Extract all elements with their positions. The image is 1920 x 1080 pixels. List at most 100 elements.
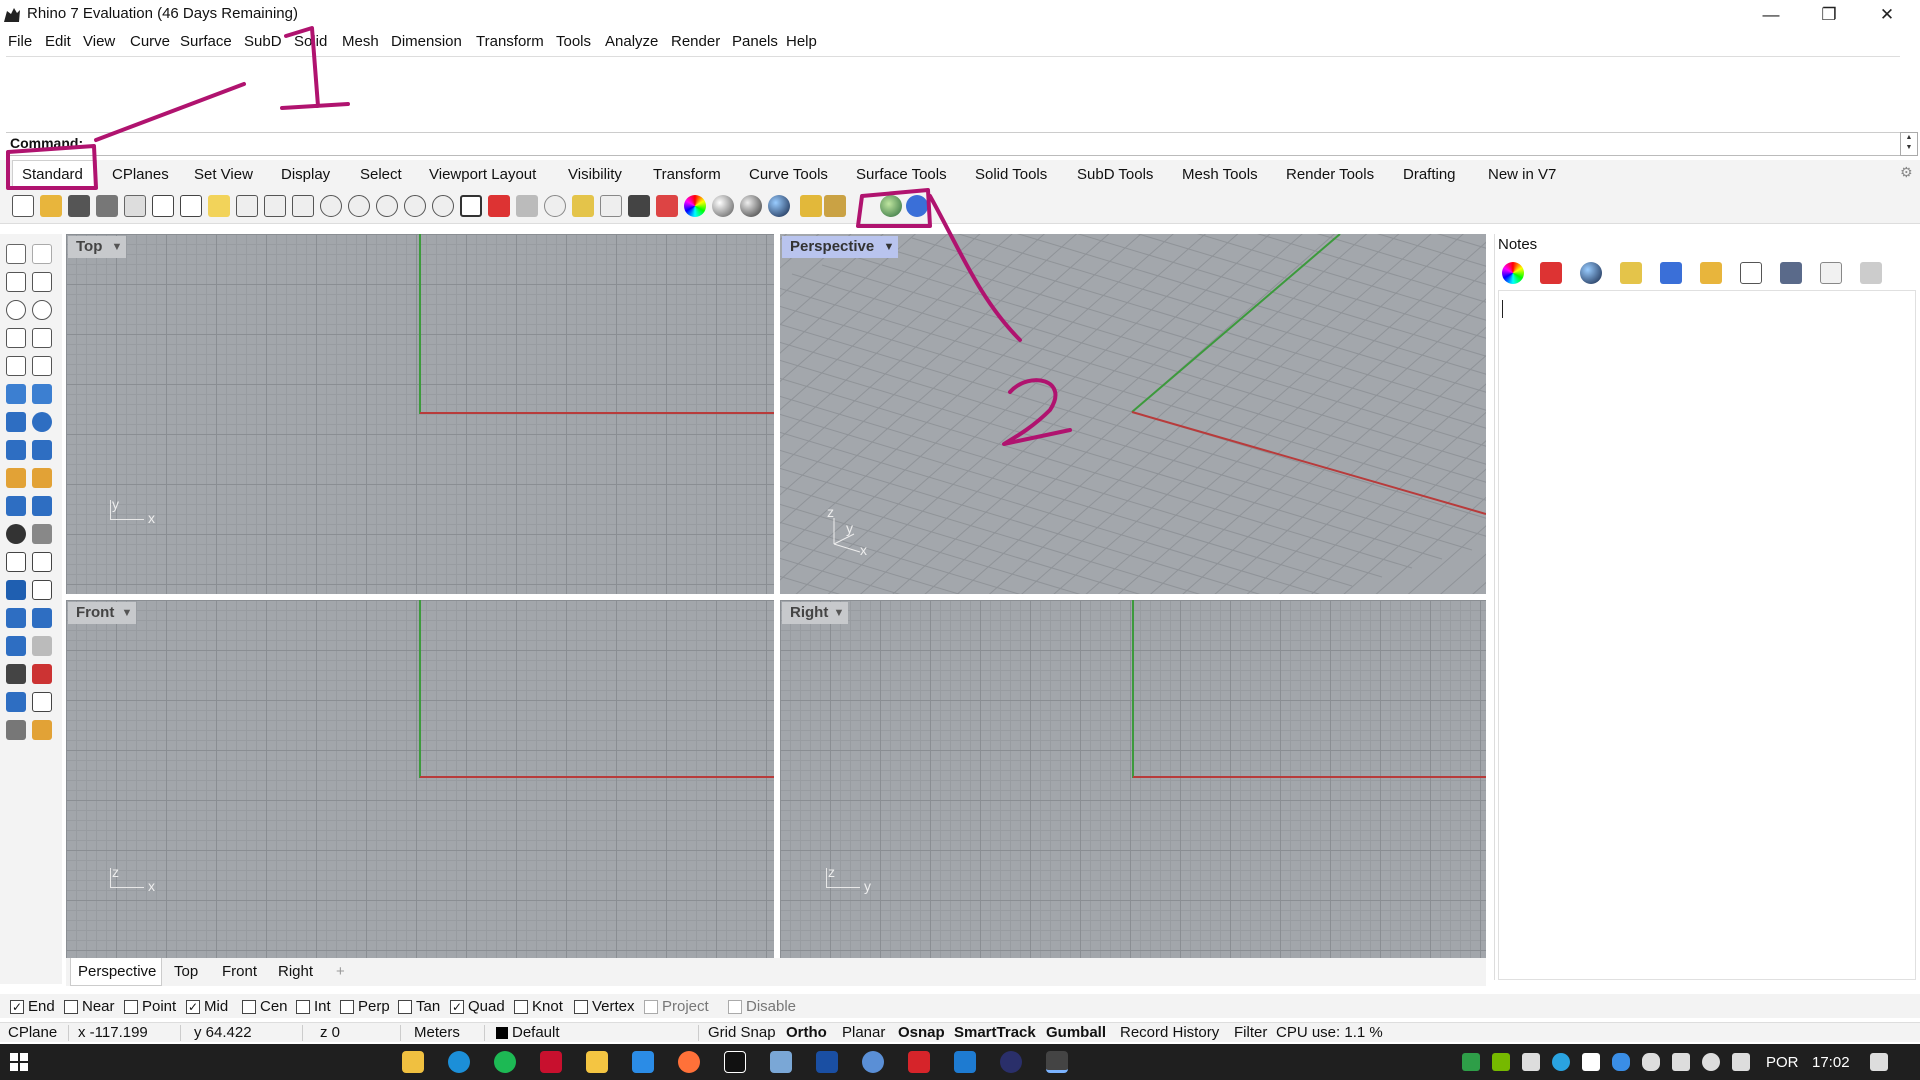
color-wheel-icon[interactable] <box>1502 262 1524 284</box>
document-icon[interactable] <box>1740 262 1762 284</box>
notes-icon[interactable] <box>1820 262 1842 284</box>
status-grid-snap[interactable]: Grid Snap <box>708 1024 776 1041</box>
tab-visibility[interactable]: Visibility <box>568 166 622 183</box>
pycharm-icon[interactable] <box>724 1051 746 1073</box>
battery-icon[interactable] <box>1672 1053 1690 1071</box>
layer-icon[interactable] <box>656 195 678 217</box>
group-icon[interactable] <box>32 524 52 544</box>
osnap-end[interactable]: ✓ End <box>10 998 55 1015</box>
checkbox[interactable] <box>728 999 742 1014</box>
display-icon[interactable] <box>1522 1053 1540 1071</box>
checkbox[interactable] <box>398 999 412 1014</box>
tab-mesh-tools[interactable]: Mesh Tools <box>1182 166 1258 183</box>
properties-icon[interactable] <box>1620 262 1642 284</box>
grid-icon[interactable] <box>32 636 52 656</box>
join-icon[interactable] <box>6 524 26 544</box>
viewport-dropdown-icon[interactable]: ▼ <box>118 602 136 624</box>
curve-icon[interactable] <box>32 272 52 292</box>
clock[interactable]: 17:02 <box>1812 1054 1850 1071</box>
trim-icon[interactable] <box>6 552 26 572</box>
language-indicator[interactable]: POR <box>1766 1054 1799 1071</box>
open-icon[interactable] <box>40 195 62 217</box>
status-osnap[interactable]: Osnap <box>898 1024 945 1041</box>
file-explorer-icon[interactable] <box>1700 262 1722 284</box>
osnap-perp[interactable]: Perp <box>340 998 390 1015</box>
status-cplane[interactable]: CPlane <box>8 1024 57 1041</box>
gear-cogs-icon[interactable] <box>824 195 846 217</box>
telegram-icon[interactable] <box>1552 1053 1570 1071</box>
settings-app-icon[interactable] <box>770 1051 792 1073</box>
windows-start-icon[interactable] <box>10 1053 28 1071</box>
checkbox[interactable] <box>296 999 310 1014</box>
checkbox[interactable] <box>124 999 138 1014</box>
dimension-tool-icon[interactable] <box>32 496 52 516</box>
undo-icon[interactable] <box>236 195 258 217</box>
paste-icon[interactable] <box>208 195 230 217</box>
viewport-dropdown-icon[interactable]: ▼ <box>830 602 848 624</box>
help-icon[interactable] <box>906 195 928 217</box>
select-icon[interactable] <box>572 195 594 217</box>
checkbox[interactable] <box>242 999 256 1014</box>
add-viewport-tab-icon[interactable]: + <box>336 963 345 980</box>
polygon-icon[interactable] <box>6 356 26 376</box>
render-sphere-icon[interactable] <box>740 195 762 217</box>
transform-icon[interactable] <box>6 468 26 488</box>
box-icon[interactable] <box>6 412 26 432</box>
command-scroll-arrows[interactable]: ▲ ▼ <box>1900 132 1918 156</box>
app-icon[interactable] <box>1000 1051 1022 1073</box>
viewport-tab-right[interactable]: Right <box>278 963 313 980</box>
checkbox[interactable] <box>514 999 528 1014</box>
viewport-title[interactable]: Right <box>782 602 837 624</box>
menu-view[interactable]: View <box>83 33 115 50</box>
edge-icon[interactable] <box>448 1051 470 1073</box>
menu-tools[interactable]: Tools <box>556 33 591 50</box>
clipping-icon[interactable] <box>32 664 52 684</box>
checkbox[interactable] <box>340 999 354 1014</box>
word-app-icon[interactable] <box>954 1051 976 1073</box>
four-viewports-icon[interactable] <box>460 195 482 217</box>
dimension-icon[interactable] <box>800 195 822 217</box>
osnap-point[interactable]: Point <box>124 998 176 1015</box>
tab-solid-tools[interactable]: Solid Tools <box>975 166 1047 183</box>
nvidia-icon[interactable] <box>1492 1053 1510 1071</box>
pan-hand-icon[interactable] <box>264 195 286 217</box>
point-icon[interactable] <box>544 195 566 217</box>
menu-subd[interactable]: SubD <box>244 33 282 50</box>
checkbox[interactable]: ✓ <box>186 999 200 1014</box>
materials-icon[interactable] <box>1580 262 1602 284</box>
viewport-tab-front[interactable]: Front <box>222 963 257 980</box>
menu-curve[interactable]: Curve <box>130 33 170 50</box>
checkbox[interactable] <box>574 999 588 1014</box>
ellipse-icon[interactable] <box>32 300 52 320</box>
tab-render-tools[interactable]: Render Tools <box>1286 166 1374 183</box>
fillet-curve-icon[interactable] <box>32 356 52 376</box>
microsoft-store-icon[interactable] <box>402 1051 424 1073</box>
tools-icon[interactable] <box>1780 262 1802 284</box>
notes-textarea[interactable] <box>1498 290 1916 980</box>
mendeley-icon[interactable] <box>540 1051 562 1073</box>
viewport-top[interactable]: Top ▼ y x <box>66 234 774 594</box>
analyze-icon[interactable] <box>6 496 26 516</box>
osnap-int[interactable]: Int <box>296 998 331 1015</box>
tab-transform[interactable]: Transform <box>653 166 721 183</box>
menu-surface[interactable]: Surface <box>180 33 232 50</box>
checkbox[interactable]: ✓ <box>10 999 24 1014</box>
tab-select[interactable]: Select <box>360 166 402 183</box>
rotate-view-icon[interactable] <box>432 195 454 217</box>
status-record-history[interactable]: Record History <box>1120 1024 1219 1041</box>
viewport-dropdown-icon[interactable]: ▼ <box>880 236 898 258</box>
block-icon[interactable] <box>6 636 26 656</box>
firefox-icon[interactable] <box>678 1051 700 1073</box>
surface-icon[interactable] <box>6 384 26 404</box>
menu-file[interactable]: File <box>8 33 32 50</box>
import-icon[interactable] <box>124 195 146 217</box>
restore-button[interactable]: ❐ <box>1800 0 1858 30</box>
array-icon[interactable] <box>6 608 26 628</box>
viewport-tab-perspective[interactable]: Perspective <box>78 963 156 980</box>
check-icon[interactable] <box>32 692 52 712</box>
tab-viewport-layout[interactable]: Viewport Layout <box>429 166 536 183</box>
spotify-icon[interactable] <box>494 1051 516 1073</box>
command-history[interactable] <box>6 56 1900 132</box>
lock-icon[interactable] <box>628 195 650 217</box>
panel-options-icon[interactable] <box>1860 262 1882 284</box>
